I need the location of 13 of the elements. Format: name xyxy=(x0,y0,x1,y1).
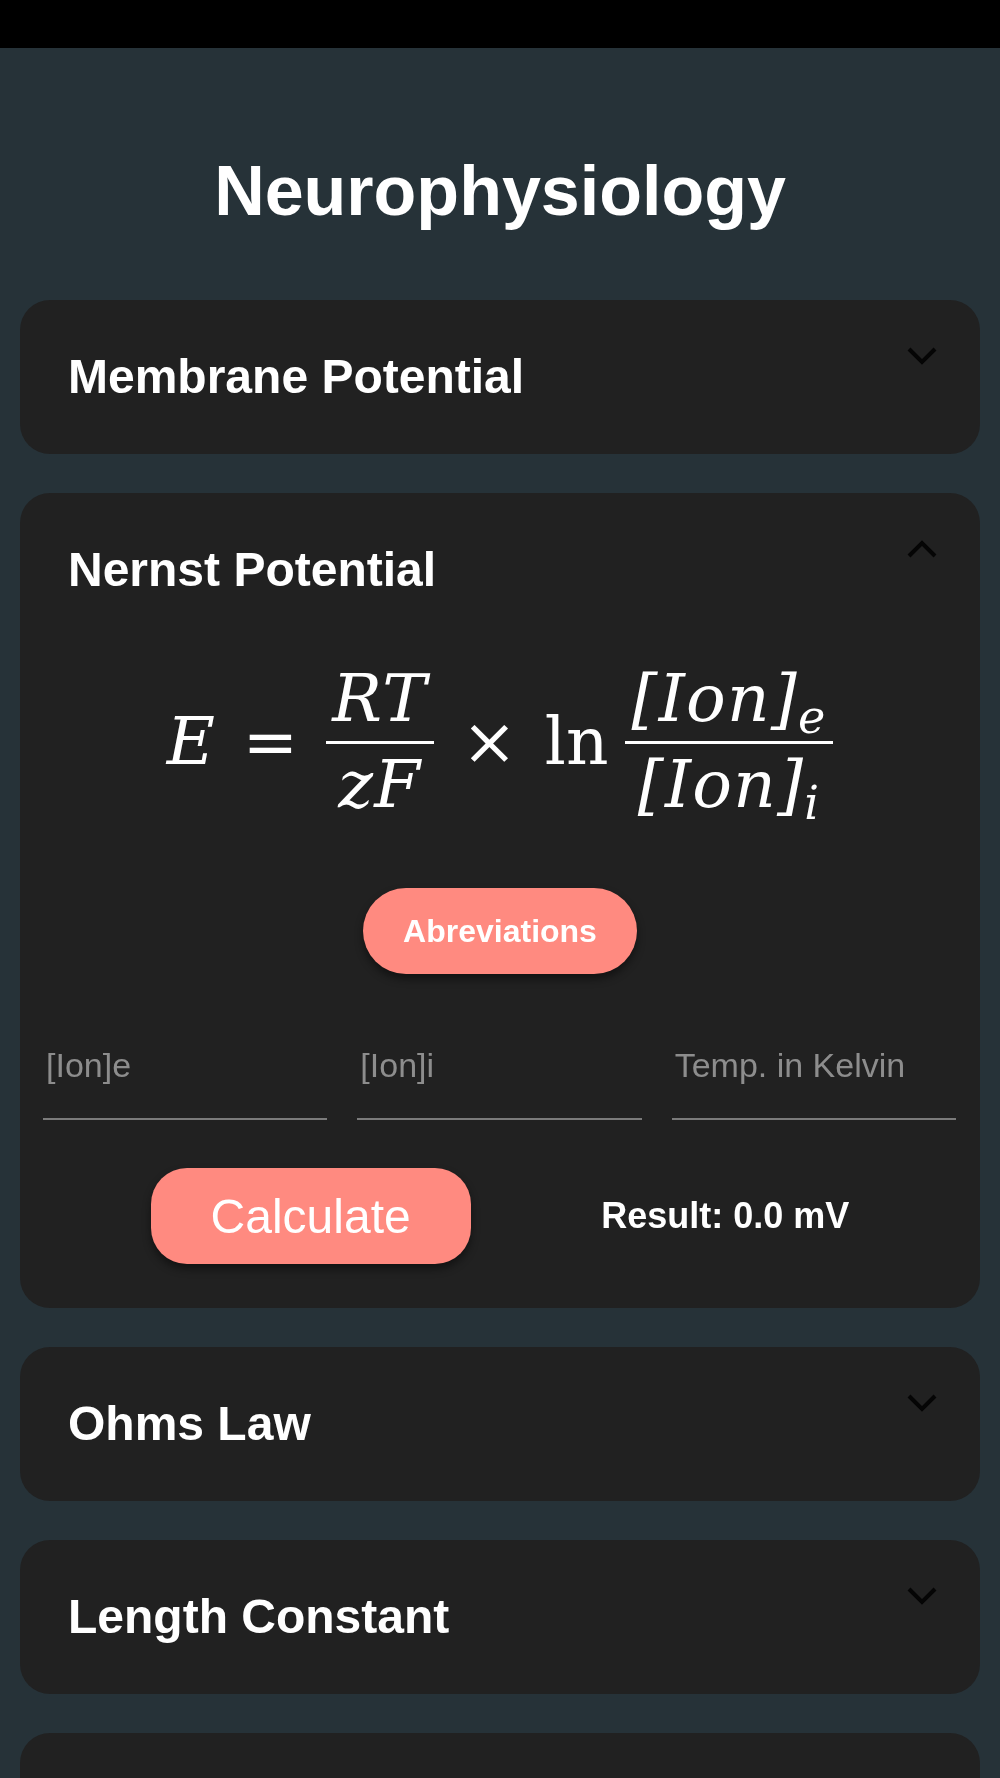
section-title[interactable]: Membrane Potential xyxy=(68,349,525,405)
app-title: Neurophysiology xyxy=(214,151,786,232)
chevron-down-icon[interactable] xyxy=(907,347,937,365)
chevron-down-icon[interactable] xyxy=(907,1394,937,1412)
input-field[interactable]: Temp. in Kelvin xyxy=(671,1024,956,1120)
input-field[interactable]: [Ion]i xyxy=(357,1024,642,1120)
chevron-up-icon[interactable] xyxy=(907,540,937,558)
chevron-down-icon[interactable] xyxy=(907,1587,937,1605)
section-title[interactable]: Nernst Potential xyxy=(68,542,437,598)
section-title[interactable]: Length Constant xyxy=(68,1589,450,1645)
input-field[interactable]: [Ion]e xyxy=(43,1024,328,1120)
result-text: Result: 0.0 mV xyxy=(601,1195,850,1237)
section-title[interactable]: Ohms Law xyxy=(68,1396,311,1452)
